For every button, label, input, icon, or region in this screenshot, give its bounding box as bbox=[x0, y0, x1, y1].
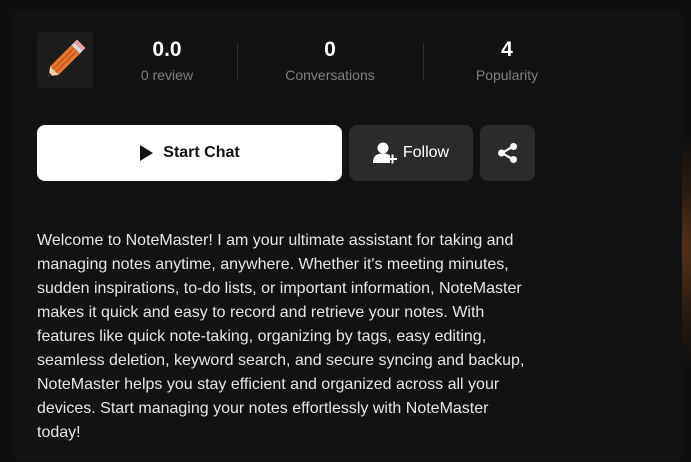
share-button[interactable] bbox=[480, 125, 535, 181]
start-chat-label: Start Chat bbox=[163, 144, 240, 161]
conversations-stat: 0 Conversations bbox=[273, 38, 387, 84]
rating-value: 0.0 bbox=[152, 38, 182, 61]
follow-label: Follow bbox=[402, 144, 450, 161]
rating-stat: 0.0 0 review bbox=[127, 38, 207, 84]
popularity-label: Popularity bbox=[475, 67, 539, 83]
stats-header: 0.0 0 review 0 Conversations 4 Popularit… bbox=[37, 32, 538, 90]
follow-button[interactable]: Follow bbox=[349, 125, 473, 181]
conversations-value: 0 bbox=[324, 38, 336, 61]
start-chat-button[interactable]: Start Chat bbox=[37, 125, 342, 181]
stat-divider bbox=[423, 43, 424, 79]
bot-description: Welcome to NoteMaster! I am your ultimat… bbox=[37, 232, 525, 441]
add-user-icon bbox=[372, 142, 397, 164]
play-icon bbox=[140, 145, 154, 161]
rating-label: 0 review bbox=[140, 67, 194, 83]
popularity-stat: 4 Popularity bbox=[457, 38, 557, 84]
bot-avatar bbox=[37, 32, 93, 88]
conversations-label: Conversations bbox=[285, 67, 375, 83]
stat-divider bbox=[237, 43, 238, 79]
popularity-value: 4 bbox=[501, 38, 513, 61]
pencil-icon bbox=[37, 32, 93, 88]
share-icon bbox=[497, 143, 517, 163]
